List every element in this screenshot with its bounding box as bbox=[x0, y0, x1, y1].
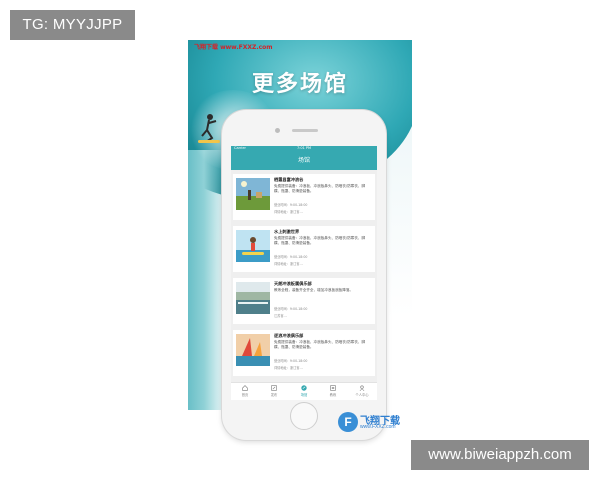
tab-label: 教练 bbox=[329, 393, 337, 397]
user-icon bbox=[359, 385, 365, 391]
coach-icon bbox=[330, 385, 336, 391]
venue-address: 详情地址：浙江省… bbox=[274, 366, 303, 370]
status-bar: Carrier 7:01 PM bbox=[231, 146, 377, 152]
surfer-icon bbox=[198, 114, 220, 143]
watermark-top: TG: MYYJJPP bbox=[10, 10, 135, 40]
speaker-grille bbox=[292, 129, 318, 132]
site-logo: F 飞翔下载 www.FXXZ.com bbox=[338, 411, 408, 433]
venue-thumbnail bbox=[236, 282, 270, 314]
venue-card[interactable]: 天朗冲浪板属俱乐部 教练全程，装备齐全齐全，增加冲浪板浪板降落。 营业时间：9:… bbox=[233, 278, 375, 324]
watermark-bottom: www.biweiappzh.com bbox=[411, 440, 589, 470]
poster-headline: 更多场馆 bbox=[251, 72, 348, 97]
camera-icon bbox=[275, 128, 280, 133]
venue-card[interactable]: 水上刺激世界 免费提供装备：冲浪板、冲浪板鼻头、防晒衣/防寒衣、脚蹼、瓶罩、防滑… bbox=[233, 226, 375, 272]
status-time: 7:01 PM bbox=[296, 146, 312, 150]
venue-thumbnail bbox=[236, 334, 270, 366]
tab-bar: 首页 发布 场馆 教练 个人中心 bbox=[231, 382, 377, 400]
phone-mockup: Carrier 7:01 PM 场馆 栖霞县富冲浪谷 免费提供装备：冲浪板、冲浪… bbox=[222, 110, 386, 440]
tab-label: 发布 bbox=[270, 393, 278, 397]
tab-label: 首页 bbox=[241, 393, 249, 397]
venue-hours: 营业时间：9:00-18:00 bbox=[274, 359, 308, 363]
venue-hours: 营业时间：9:00-18:00 bbox=[274, 255, 308, 259]
venue-title: 逐浪冲浪俱乐部 bbox=[274, 333, 304, 338]
venue-description: 免费提供装备：冲浪板、冲浪板鼻头、防晒衣/防寒衣、脚蹼、瓶罩、防滑垫装备。 bbox=[274, 236, 366, 245]
venue-address: 详情地址：浙江省… bbox=[274, 210, 303, 214]
edit-icon bbox=[271, 385, 277, 391]
tab-label: 场馆 bbox=[300, 393, 308, 397]
venue-title: 天朗冲浪板属俱乐部 bbox=[274, 281, 312, 286]
venue-card[interactable]: 逐浪冲浪俱乐部 免费提供装备：冲浪板、冲浪板鼻头、防晒衣/防寒衣、脚蹼、瓶罩、防… bbox=[233, 330, 375, 376]
venue-description: 免费提供装备：冲浪板、冲浪板鼻头、防晒衣/防寒衣、脚蹼、瓶罩、防滑垫装备。 bbox=[274, 184, 366, 193]
nav-title: 场馆 bbox=[231, 152, 377, 170]
venue-thumbnail bbox=[236, 178, 270, 210]
home-icon bbox=[242, 385, 248, 391]
logo-url: www.FXXZ.com bbox=[360, 424, 396, 430]
venue-thumbnail bbox=[236, 230, 270, 262]
venue-title: 栖霞县富冲浪谷 bbox=[274, 177, 304, 182]
venue-description: 教练全程，装备齐全齐全，增加冲浪板浪板降落。 bbox=[274, 288, 354, 292]
venue-icon bbox=[301, 385, 307, 391]
home-button bbox=[290, 402, 318, 430]
venue-address: 江苏省… bbox=[274, 314, 287, 318]
venue-hours: 营业时间：9:00-18:00 bbox=[274, 307, 308, 311]
tab-coach[interactable]: 教练 bbox=[321, 385, 345, 397]
tab-venues[interactable]: 场馆 bbox=[292, 385, 316, 397]
logo-f-icon: F bbox=[338, 412, 358, 432]
tab-label: 个人中心 bbox=[355, 393, 369, 397]
venue-address: 详情地址：浙江省… bbox=[274, 262, 303, 266]
tab-home[interactable]: 首页 bbox=[233, 385, 257, 397]
venue-title: 水上刺激世界 bbox=[274, 229, 300, 234]
venue-card[interactable]: 栖霞县富冲浪谷 免费提供装备：冲浪板、冲浪板鼻头、防晒衣/防寒衣、脚蹼、瓶罩、防… bbox=[233, 174, 375, 220]
brand-label: 飞翔下载 www.FXXZ.com bbox=[194, 44, 273, 51]
tab-publish[interactable]: 发布 bbox=[262, 385, 286, 397]
venue-hours: 营业时间：9:00-18:00 bbox=[274, 203, 308, 207]
venue-description: 免费提供装备：冲浪板、冲浪板鼻头、防晒衣/防寒衣、脚蹼、瓶罩、防滑垫装备。 bbox=[274, 340, 366, 349]
tab-profile[interactable]: 个人中心 bbox=[350, 385, 374, 397]
app-screen: Carrier 7:01 PM 场馆 栖霞县富冲浪谷 免费提供装备：冲浪板、冲浪… bbox=[231, 146, 377, 400]
